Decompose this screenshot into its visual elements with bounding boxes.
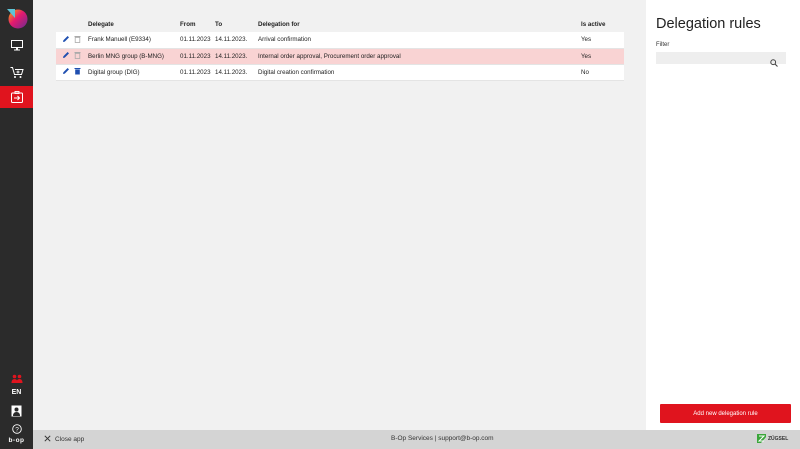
language-switch[interactable]: EN [0, 389, 33, 396]
column-header-to[interactable]: To [215, 17, 258, 32]
company-logo: ZÜGSEL [757, 434, 788, 443]
delegate-cell: Digital group (DIG) [88, 64, 180, 81]
support-info: B-Op Services | support@b-op.com [391, 435, 494, 442]
footer-bar: Close app B-Op Services | support@b-op.c… [33, 430, 800, 449]
column-header-from[interactable]: From [180, 17, 215, 32]
main-content: Delegate From To Delegation for Is activ… [33, 0, 646, 430]
sidebar: EN ? b-op [0, 0, 33, 449]
filter-label: Filter [656, 42, 670, 48]
search-icon[interactable] [770, 54, 778, 72]
column-header-delegation-for[interactable]: Delegation for [258, 17, 581, 32]
column-header-delegate[interactable]: Delegate [88, 17, 180, 32]
users-icon [11, 374, 23, 384]
from-cell: 01.11.2023 [180, 64, 215, 81]
monitor-icon [10, 39, 23, 51]
delegation-icon [10, 91, 23, 103]
delegation-table: Delegate From To Delegation for Is activ… [56, 17, 624, 81]
brand-mark: b-op [8, 437, 25, 444]
app-logo[interactable] [4, 6, 29, 30]
svg-text:?: ? [15, 426, 19, 433]
table-header-row: Delegate From To Delegation for Is activ… [56, 17, 624, 32]
edit-icon[interactable] [62, 51, 70, 61]
close-app-label: Close app [55, 436, 85, 443]
filter-input[interactable] [656, 52, 786, 64]
delegation-for-cell: Digital creation confirmation [258, 64, 581, 81]
help-icon: ? [11, 424, 22, 434]
table-row[interactable]: Berlin MNG group (B-MNG) 01.11.2023 14.1… [56, 48, 624, 65]
delegation-for-cell: Internal order approval, Procurement ord… [258, 48, 581, 65]
sidebar-item-shop[interactable] [0, 61, 33, 83]
is-active-cell: Yes [581, 48, 624, 65]
edit-icon[interactable] [62, 67, 70, 77]
delete-icon[interactable] [74, 51, 81, 61]
panel-title: Delegation rules [656, 16, 761, 32]
delegation-rules-panel: Delegation rules Filter Add new delegati… [646, 0, 800, 430]
is-active-cell: No [581, 64, 624, 81]
cart-add-icon [10, 66, 24, 79]
delete-icon[interactable] [74, 35, 81, 45]
table-row[interactable]: Frank Manuell (E9334) 01.11.2023 14.11.2… [56, 32, 624, 49]
sidebar-item-team[interactable] [0, 368, 33, 390]
close-icon [44, 435, 51, 444]
to-cell: 14.11.2023. [215, 48, 258, 65]
delete-icon[interactable] [74, 67, 81, 77]
is-active-cell: Yes [581, 32, 624, 49]
actions-column-header [56, 17, 88, 32]
delegation-for-cell: Arrival confirmation [258, 32, 581, 49]
sidebar-item-dashboard[interactable] [0, 34, 33, 56]
to-cell: 14.11.2023. [215, 64, 258, 81]
delegate-cell: Frank Manuell (E9334) [88, 32, 180, 49]
user-profile-icon [11, 405, 22, 417]
close-app-button[interactable]: Close app [44, 435, 84, 444]
delegate-cell: Berlin MNG group (B-MNG) [88, 48, 180, 65]
from-cell: 01.11.2023 [180, 32, 215, 49]
table-row[interactable]: Digital group (DIG) 01.11.2023 14.11.202… [56, 64, 624, 81]
to-cell: 14.11.2023. [215, 32, 258, 49]
edit-icon[interactable] [62, 35, 70, 45]
add-delegation-rule-button[interactable]: Add new delegation rule [660, 404, 791, 423]
sidebar-item-delegation[interactable] [0, 86, 33, 108]
from-cell: 01.11.2023 [180, 48, 215, 65]
company-name: ZÜGSEL [768, 435, 789, 442]
column-header-is-active[interactable]: Is active [581, 17, 624, 32]
